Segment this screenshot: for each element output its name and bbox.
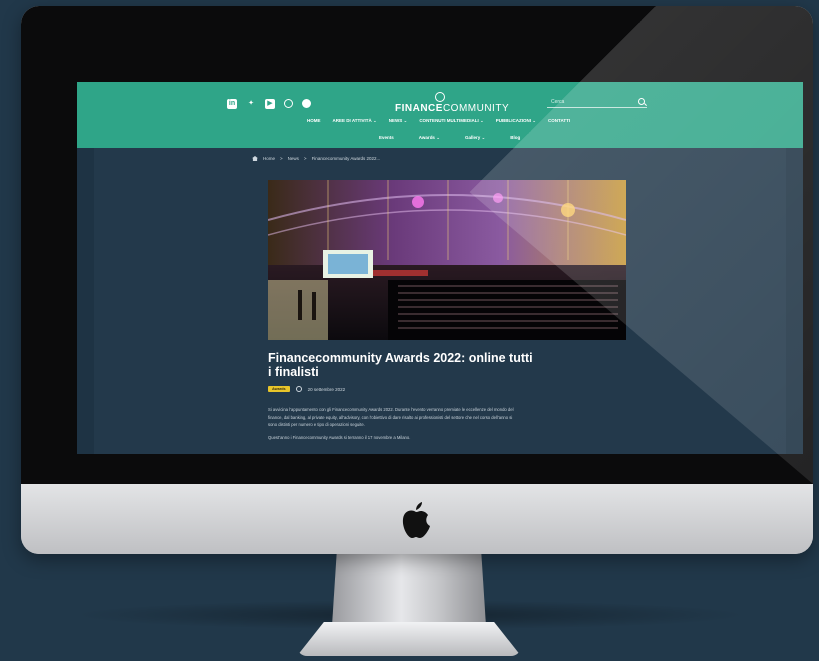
logo-light: COMMUNITY (442, 103, 510, 114)
imac-monitor: in ✦ ▶ FINANCECOMMUNITY Cerca HOME AREE … (21, 6, 813, 554)
event-hall-photo (268, 180, 626, 340)
breadcrumb-current: Financecommunity Awards 2022... (311, 156, 381, 161)
breadcrumb-news[interactable]: News (288, 156, 299, 161)
breadcrumb-home[interactable]: Home (263, 156, 275, 161)
site-logo[interactable]: FINANCECOMMUNITY (395, 92, 509, 114)
nav-news[interactable]: NEWS ⌄ (389, 118, 408, 124)
instagram-icon[interactable] (284, 99, 293, 108)
nav-pubblicazioni[interactable]: PUBBLICAZIONI ⌄ (496, 118, 536, 124)
facebook-icon[interactable] (302, 99, 311, 108)
logo-bold: FINANCE (395, 103, 443, 114)
article-date: 20 settembre 2022 (307, 386, 346, 392)
browser-screen: in ✦ ▶ FINANCECOMMUNITY Cerca HOME AREE … (77, 82, 803, 454)
breadcrumb-sep: > (280, 156, 283, 161)
youtube-icon[interactable]: ▶ (265, 99, 275, 109)
nav-aree[interactable]: AREE DI ATTIVITÀ ⌄ (333, 118, 377, 124)
search-icon[interactable] (638, 98, 645, 105)
article-title: Financecommunity Awards 2022: online tut… (268, 351, 533, 379)
primary-nav: HOME AREE DI ATTIVITÀ ⌄ NEWS ⌄ CONTENUTI… (307, 118, 570, 124)
nav-events[interactable]: Events (379, 135, 394, 141)
article-paragraph: Si avvicina l’appuntamento con gli Finan… (268, 407, 514, 427)
nav-gallery[interactable]: Gallery ⌄ (465, 135, 485, 141)
nav-home[interactable]: HOME (307, 118, 321, 124)
article-body: Si avvicina l’appuntamento con gli Finan… (268, 406, 518, 446)
nav-contatti[interactable]: CONTATTI (548, 118, 570, 124)
article-paragraph: Quest’anno i Financecommunity Awards si … (268, 434, 411, 440)
twitter-icon[interactable]: ✦ (246, 99, 256, 109)
breadcrumb-sep: > (303, 156, 307, 161)
social-links: in ✦ ▶ (227, 99, 311, 109)
search-input[interactable]: Cerca (547, 96, 647, 108)
article-meta: Awards 20 settembre 2022 (268, 386, 345, 392)
nav-contenuti[interactable]: CONTENUTI MULTIMEDIALI ⌄ (419, 118, 483, 124)
logo-mark-icon (435, 92, 445, 102)
breadcrumb: Home > News > Financecommunity Awards 20… (252, 156, 380, 161)
home-icon[interactable] (252, 156, 258, 161)
category-badge[interactable]: Awards (268, 386, 290, 392)
clock-icon (295, 386, 302, 392)
linkedin-icon[interactable]: in (227, 99, 237, 109)
apple-logo-icon (402, 502, 430, 538)
monitor-stand-base (297, 622, 521, 656)
nav-blog[interactable]: Blog (510, 135, 520, 141)
hero-image (268, 180, 626, 340)
secondary-nav: Events Awards ⌄ Gallery ⌄ Blog (379, 135, 520, 141)
nav-awards[interactable]: Awards ⌄ (419, 135, 440, 141)
monitor-stand-neck (332, 554, 486, 626)
